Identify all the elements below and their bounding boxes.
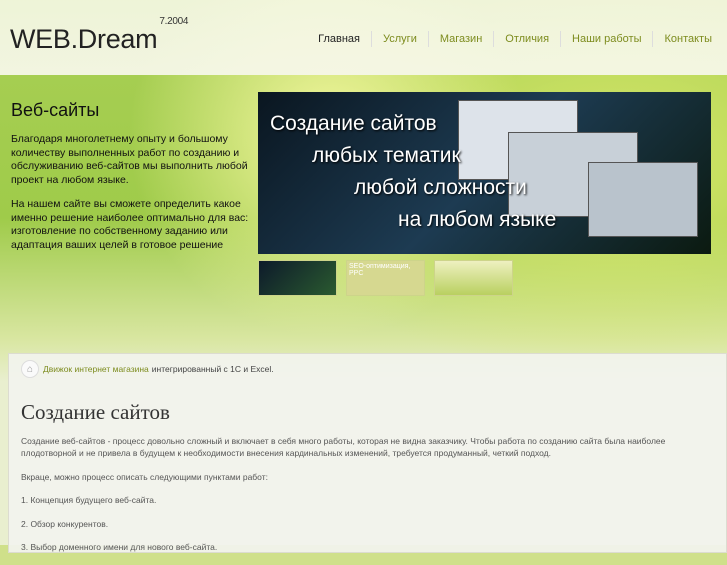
nav-shop[interactable]: Магазин xyxy=(427,31,493,47)
main-nav: Главная Услуги Магазин Отличия Наши рабо… xyxy=(307,31,723,47)
intro: Веб-сайты Благодаря многолетнему опыту и… xyxy=(11,100,251,263)
breadcrumb: ⌂ Движок интернет магазина интегрированн… xyxy=(21,360,274,378)
banner-line: любой сложности xyxy=(354,176,527,199)
article-body: Создание веб-сайтов - процесс довольно с… xyxy=(21,435,711,565)
thumbnail-sites[interactable] xyxy=(258,260,337,296)
article-paragraph: Вкраце, можно процесс описать следующими… xyxy=(21,471,268,482)
banner-line: Создание сайтов xyxy=(270,112,437,135)
logo-text: WEB.Dream xyxy=(10,24,158,54)
breadcrumb-link[interactable]: Движок интернет магазина xyxy=(43,364,149,374)
content-panel: ⌂ Движок интернет магазина интегрированн… xyxy=(8,353,727,553)
home-icon[interactable]: ⌂ xyxy=(21,360,39,378)
article-paragraph: 2. Обзор конкурентов. xyxy=(21,518,109,529)
thumbnail-seo[interactable]: SEO-оптимизация, PPC xyxy=(346,260,425,296)
page-title: Создание сайтов xyxy=(21,400,170,424)
nav-services[interactable]: Услуги xyxy=(371,31,428,47)
banner-thumbnails: SEO-оптимизация, PPC xyxy=(258,260,513,296)
banner-line: любых тематик xyxy=(312,144,461,167)
header: WEB.Dream7.2004 Главная Услуги Магазин О… xyxy=(0,0,727,75)
article-paragraph: 1. Концепция будущего веб-сайта. xyxy=(21,495,157,505)
article-paragraph: Создание веб-сайтов - процесс довольно с… xyxy=(21,436,666,458)
screenshot-image xyxy=(588,162,698,237)
nav-differences[interactable]: Отличия xyxy=(493,31,560,47)
thumbnail-caption: SEO-оптимизация, PPC xyxy=(349,263,411,277)
article-paragraph: 3. Выбор доменного имени для нового веб-… xyxy=(21,542,218,552)
promo-banner[interactable]: Создание сайтов любых тематик любой слож… xyxy=(258,92,711,254)
intro-title: Веб-сайты xyxy=(11,100,100,120)
nav-contacts[interactable]: Контакты xyxy=(652,31,723,47)
nav-portfolio[interactable]: Наши работы xyxy=(560,31,652,47)
logo[interactable]: WEB.Dream7.2004 xyxy=(10,16,188,55)
logo-year: 7.2004 xyxy=(159,16,189,27)
intro-paragraph: На нашем сайте вы сможете определить как… xyxy=(11,198,249,251)
banner-line: на любом языке xyxy=(398,208,557,231)
nav-home[interactable]: Главная xyxy=(307,31,371,47)
thumbnail-shop[interactable] xyxy=(434,260,513,296)
intro-paragraph: Благодаря многолетнему опыту и большому … xyxy=(11,133,248,186)
breadcrumb-text: интегрированный с 1С и Excel. xyxy=(151,364,274,374)
